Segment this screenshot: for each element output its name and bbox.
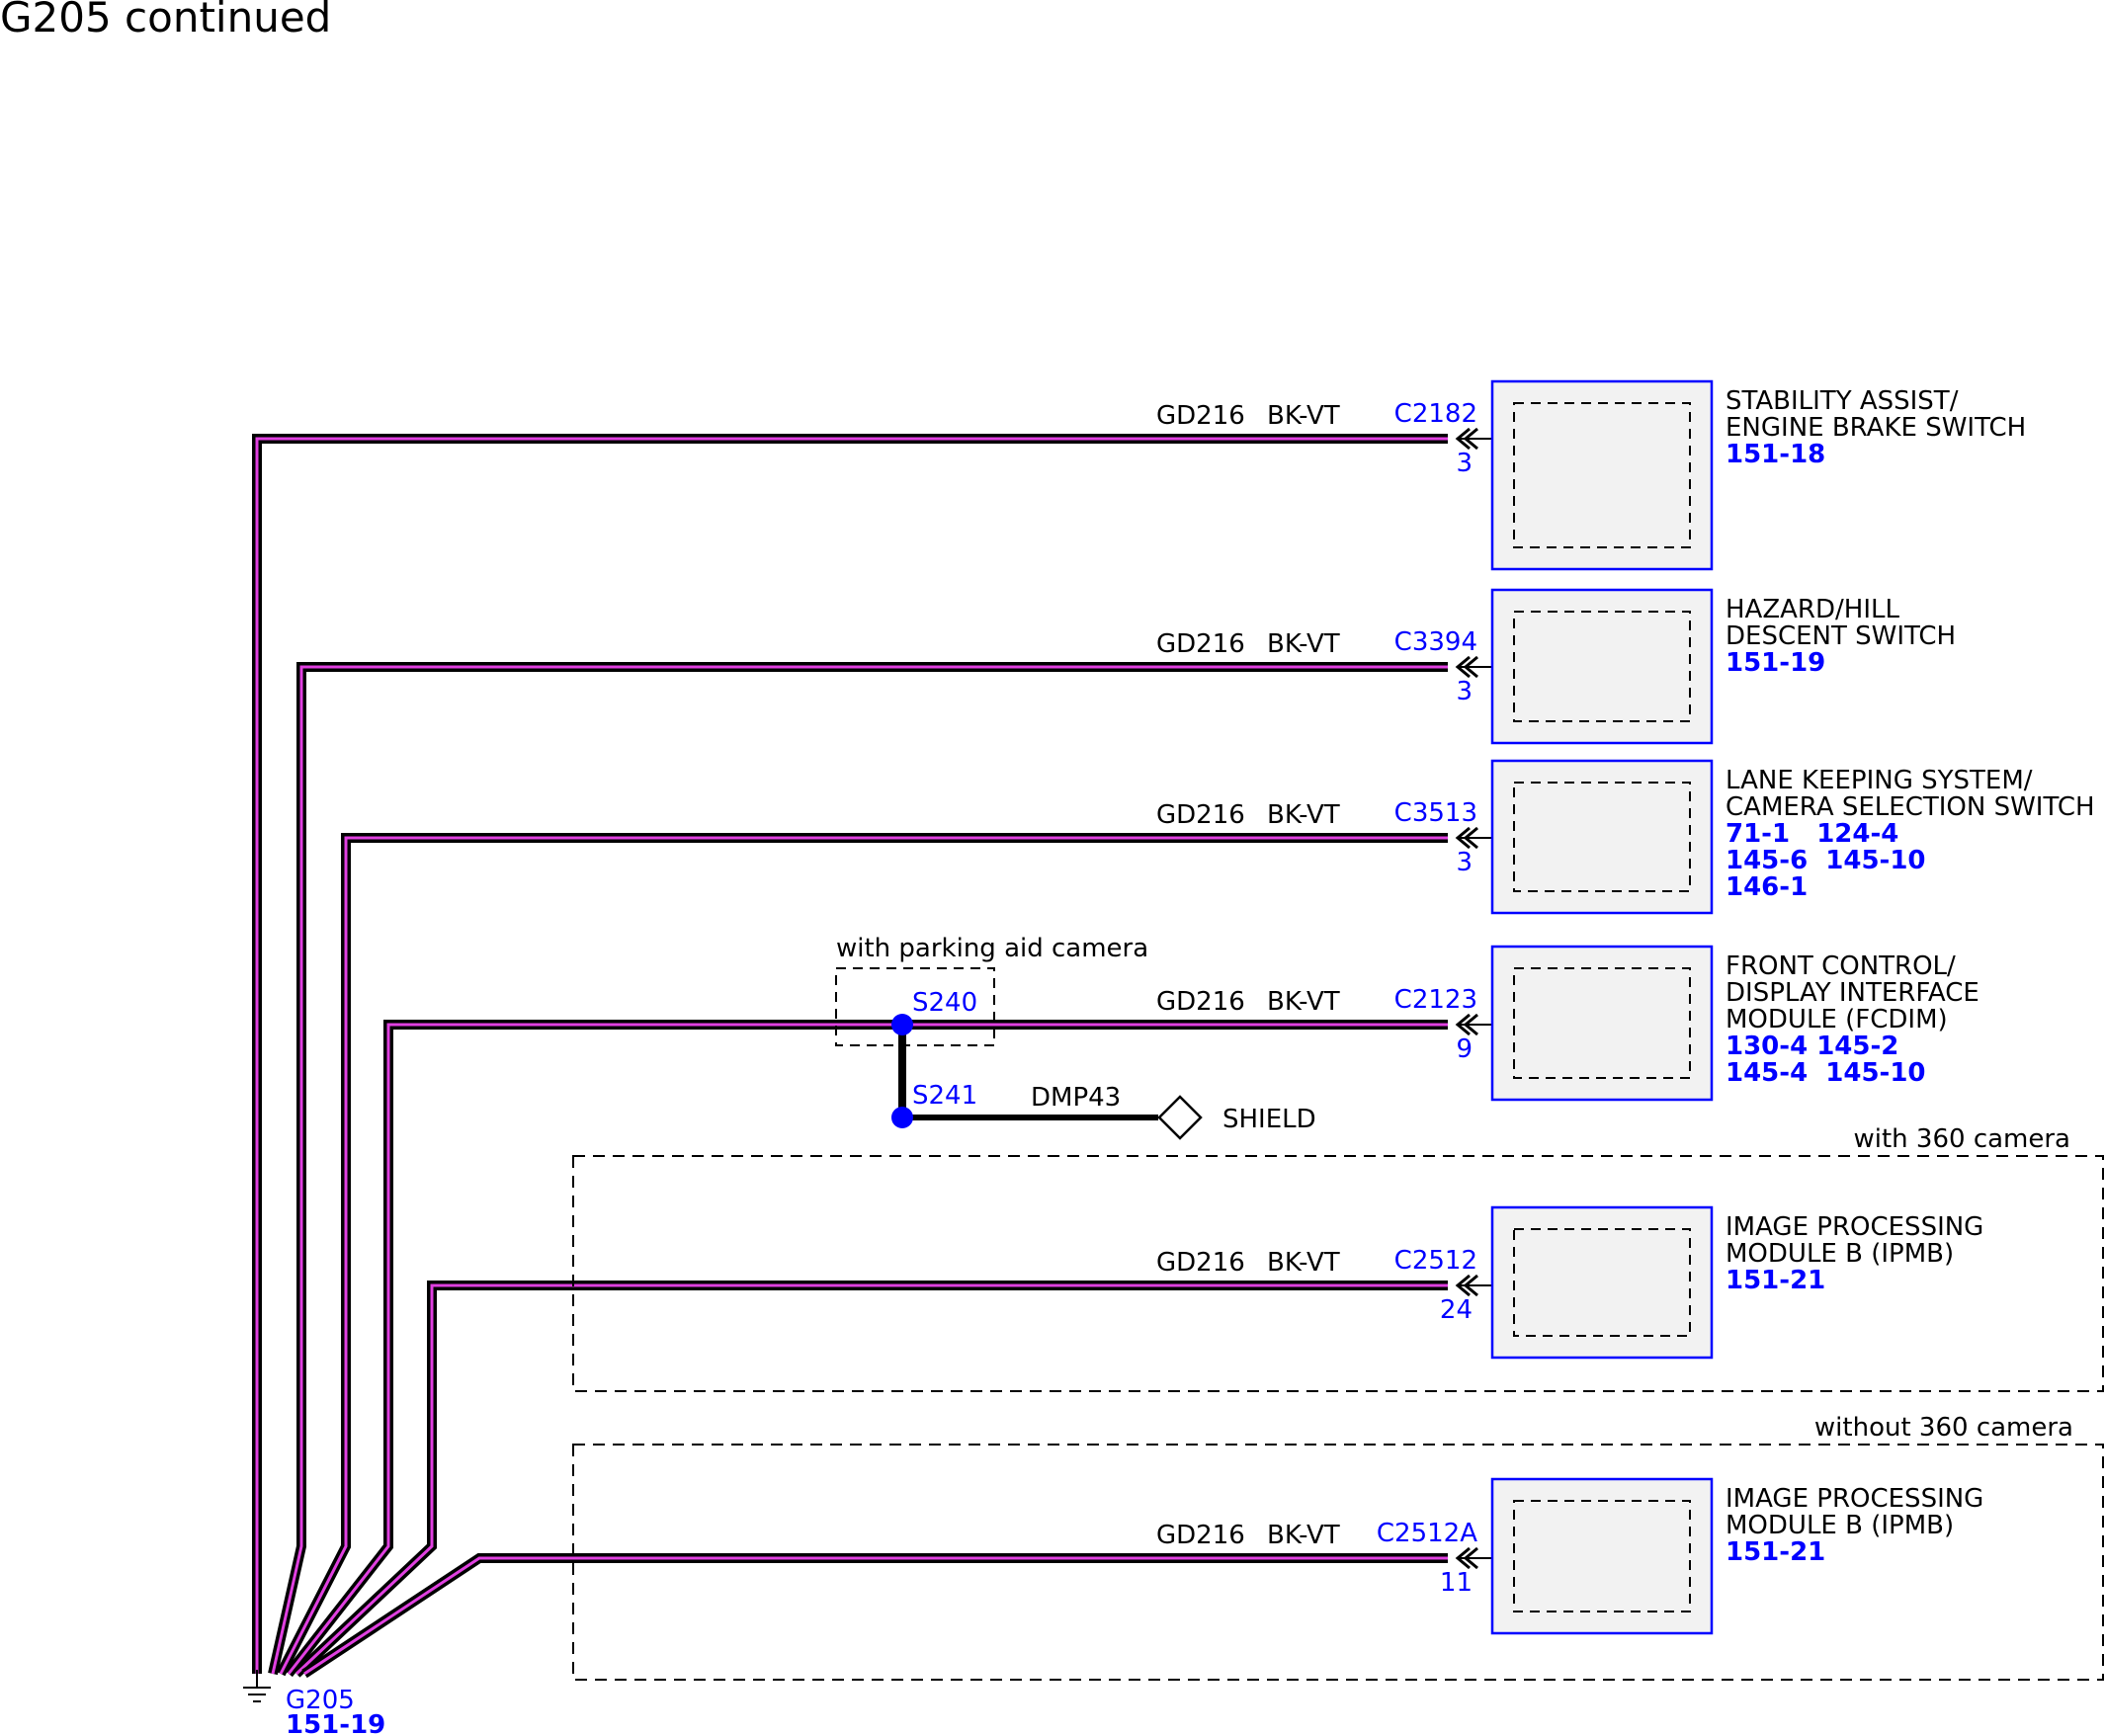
shield-symbol (1157, 1095, 1203, 1140)
component-ref: 151-19 (1726, 648, 1825, 678)
component-name: HAZARD/HILL (1726, 595, 1899, 624)
component-name: IMAGE PROCESSING (1726, 1212, 1983, 1242)
connector-id: C3513 (1394, 798, 1477, 828)
wire-outer (293, 1281, 1448, 1678)
wire-color-label: BK-VT (1267, 401, 1340, 431)
component-name: ENGINE BRAKE SWITCH (1726, 413, 2026, 443)
component-name: MODULE B (IPMB) (1726, 1239, 1954, 1269)
wire-circuit-label: GD216 (1156, 401, 1245, 431)
component-block: IMAGE PROCESSINGMODULE B (IPMB)151-21 (1490, 1205, 1983, 1360)
ground-ref: 151-19 (286, 1710, 385, 1736)
wire-color-label: BK-VT (1267, 629, 1340, 659)
connector-pin: 11 (1440, 1568, 1473, 1598)
component-name: MODULE (FCDIM) (1726, 1005, 1948, 1034)
option-label-without-360: without 360 camera (1814, 1413, 2073, 1443)
connector-id: C2512A (1377, 1519, 1477, 1548)
component-name: DESCENT SWITCH (1726, 621, 1956, 651)
wire-outer (301, 1553, 1448, 1679)
connector-id: C3394 (1394, 627, 1477, 657)
component-ref: 151-18 (1726, 440, 1825, 469)
component-ref: 145-4 145-10 (1726, 1058, 1926, 1088)
option-label-with-360: with 360 camera (1854, 1124, 2071, 1154)
connector-pin: 24 (1440, 1295, 1473, 1325)
wire-inner (303, 1556, 1448, 1676)
wire-color-label: BK-VT (1267, 987, 1340, 1017)
wiring-diagram: G205 continued with 360 camera without 3… (0, 0, 2104, 1736)
ground-symbol (243, 1670, 271, 1702)
shield-label: SHIELD (1222, 1105, 1316, 1134)
wire-color-label: BK-VT (1267, 1248, 1340, 1278)
component-box (1490, 759, 1714, 915)
component-block: STABILITY ASSIST/ENGINE BRAKE SWITCH151-… (1490, 379, 2026, 571)
connector-id: C2512 (1394, 1246, 1477, 1276)
component-block: IMAGE PROCESSINGMODULE B (IPMB)151-21 (1490, 1477, 1983, 1635)
component-ref: 151-21 (1726, 1537, 1825, 1567)
connector-pin: 9 (1456, 1034, 1473, 1064)
component-name: CAMERA SELECTION SWITCH (1726, 792, 2095, 822)
component-ref: 71-1 124-4 (1726, 819, 1898, 849)
component-box (1490, 588, 1714, 745)
connector-id: C2123 (1394, 985, 1477, 1015)
component-name: MODULE B (IPMB) (1726, 1511, 1954, 1540)
connector-pin: 3 (1456, 449, 1473, 478)
component-name: LANE KEEPING SYSTEM/ (1726, 766, 2033, 795)
component-box (1490, 945, 1714, 1102)
component-name: FRONT CONTROL/ (1726, 951, 1956, 981)
splice-s241-label: S241 (912, 1081, 977, 1111)
component-ref: 146-1 (1726, 872, 1808, 902)
component-box (1490, 1477, 1714, 1635)
labels-layer: GD216 BK-VT C2182 3 GD216 BK-VT C3394 3 GD216 BK-… (1156, 399, 1514, 1598)
component-name: DISPLAY INTERFACE (1726, 978, 1979, 1008)
component-ref: 130-4 145-2 (1726, 1032, 1898, 1061)
splice-s240-label: S240 (912, 988, 977, 1018)
component-block: HAZARD/HILLDESCENT SWITCH151-19 (1490, 588, 1956, 745)
page-title: G205 continued (0, 0, 331, 41)
connector-pin: 3 (1456, 677, 1473, 706)
wires-layer (252, 434, 1448, 1679)
wire-circuit-label: GD216 (1156, 800, 1245, 830)
wire-circuit-label: GD216 (1156, 629, 1245, 659)
component-block: FRONT CONTROL/DISPLAY INTERFACEMODULE (F… (1490, 945, 1979, 1102)
wire-color-label: BK-VT (1267, 1521, 1340, 1550)
wire-circuit-label: GD216 (1156, 1248, 1245, 1278)
component-name: STABILITY ASSIST/ (1726, 386, 1959, 416)
wire-color-label: BK-VT (1267, 800, 1340, 830)
component-name: IMAGE PROCESSING (1726, 1484, 1983, 1514)
wire-circuit-label: GD216 (1156, 1521, 1245, 1550)
component-box (1490, 379, 1714, 571)
parking-aid-label: with parking aid camera (836, 934, 1148, 963)
splice-s240 (891, 1014, 913, 1035)
connector-id: C2182 (1394, 399, 1477, 429)
drain-circuit-label: DMP43 (1031, 1083, 1121, 1113)
component-ref: 145-6 145-10 (1726, 846, 1926, 875)
component-block: LANE KEEPING SYSTEM/CAMERA SELECTION SWI… (1490, 759, 2095, 915)
component-ref: 151-21 (1726, 1266, 1825, 1295)
splice-s241 (891, 1107, 913, 1128)
wire-inner (295, 1283, 1448, 1676)
connector-pin: 3 (1456, 848, 1473, 877)
wire-circuit-label: GD216 (1156, 987, 1245, 1017)
